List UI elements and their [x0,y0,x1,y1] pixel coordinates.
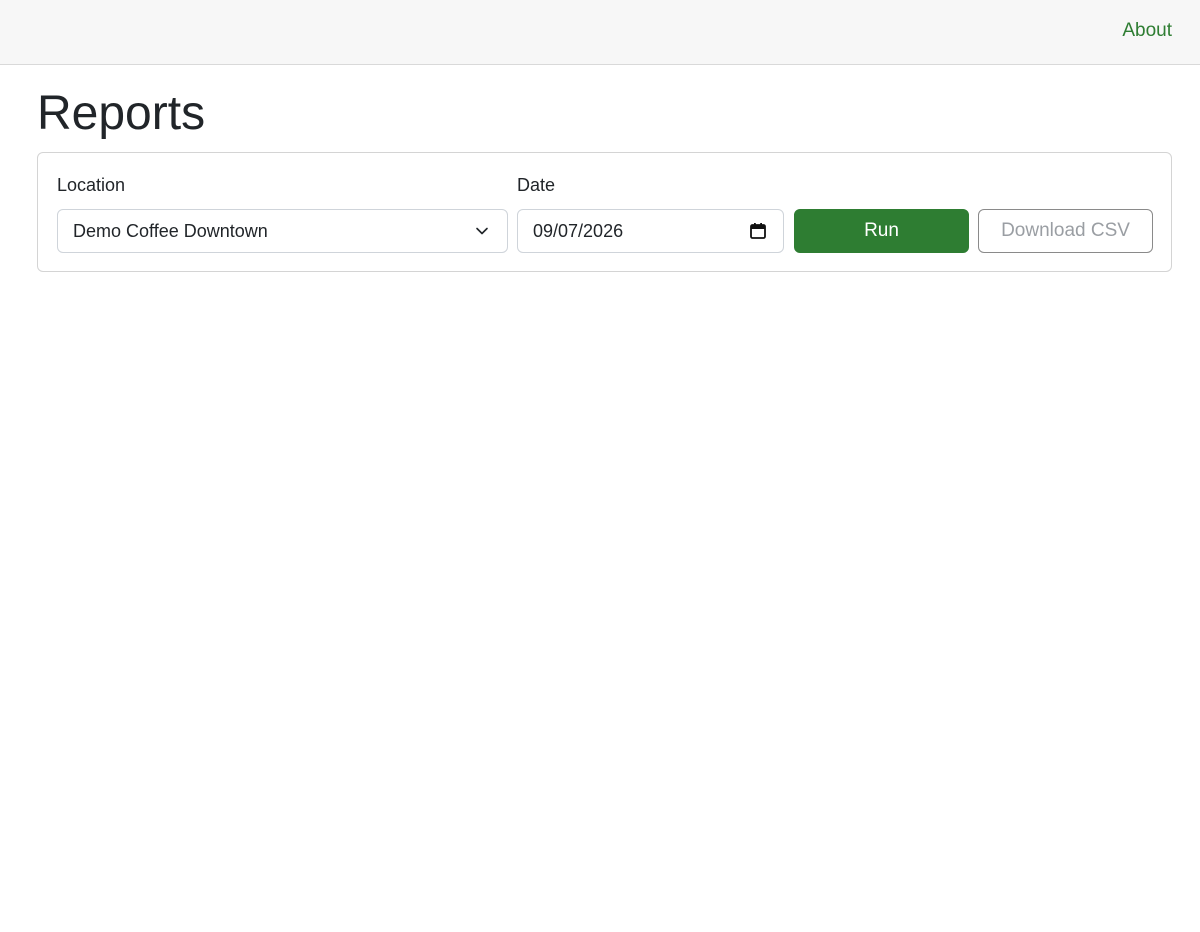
date-input[interactable]: 09/07/2026 [517,209,784,253]
run-button[interactable]: Run [794,209,969,253]
location-label: Location [57,175,126,195]
location-select-value: Demo Coffee Downtown [73,221,268,241]
date-input-value: 09/07/2026 [533,221,624,241]
report-filter-card: Location Date Demo Coffee Downtown 09/07… [37,152,1172,272]
location-select[interactable]: Demo Coffee Downtown [57,209,508,253]
top-navbar: About [0,0,1200,65]
download-csv-button[interactable]: Download CSV [978,209,1153,253]
date-label: Date [517,175,556,195]
chevron-down-icon [476,227,488,235]
about-link[interactable]: About [1122,20,1172,42]
page-title: Reports [37,87,206,140]
calendar-icon[interactable] [749,222,767,240]
